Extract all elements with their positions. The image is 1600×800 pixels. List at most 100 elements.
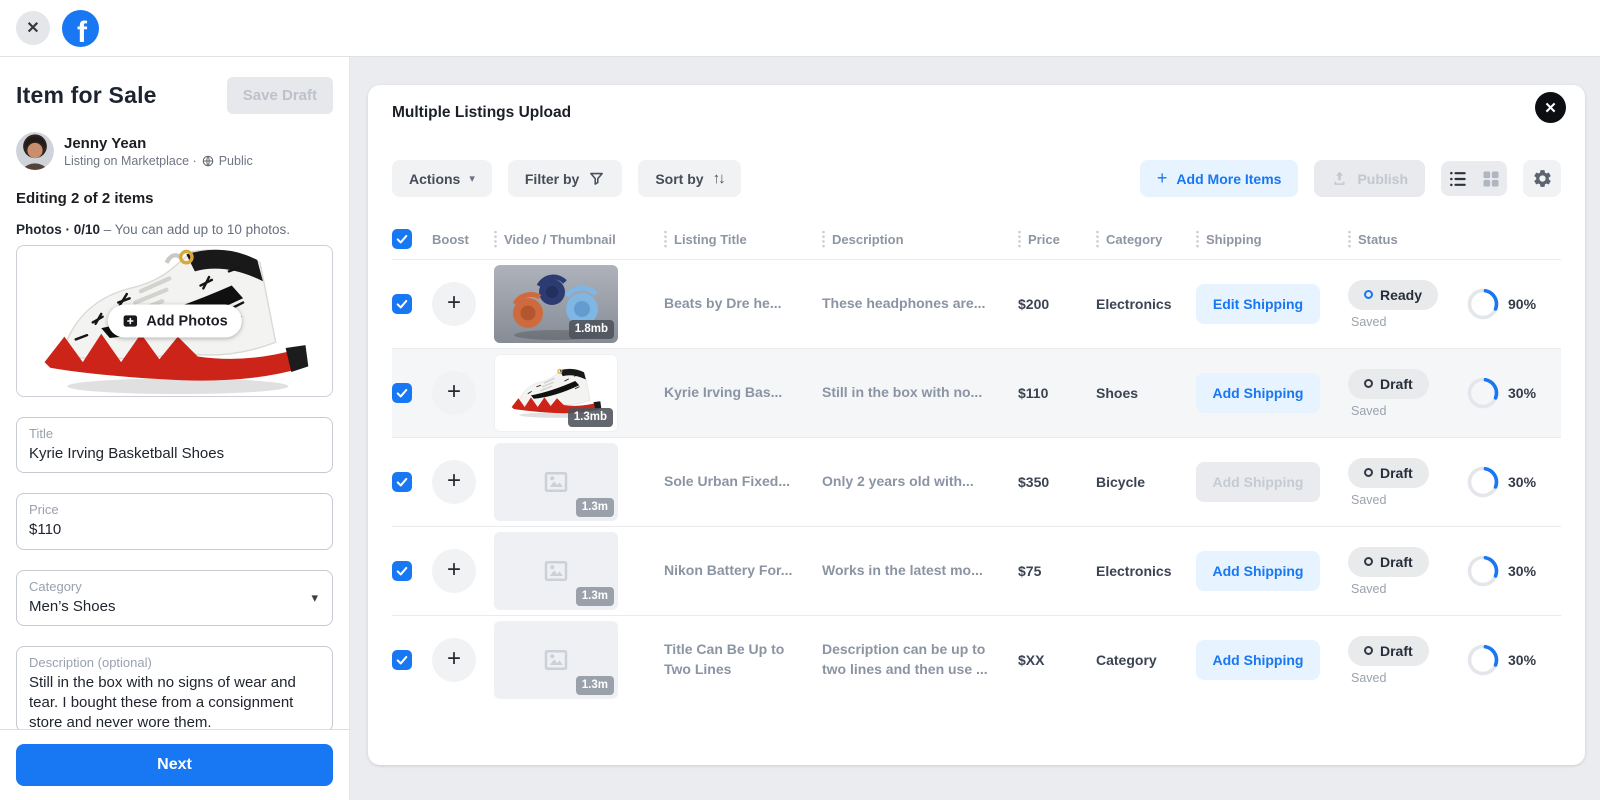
listing-category: Electronics: [1096, 563, 1172, 579]
status-badge: Draft: [1348, 635, 1429, 666]
globe-icon: [202, 155, 213, 166]
listing-description: Description can be up to two lines and t…: [822, 641, 988, 677]
add-shipping-button[interactable]: Add Shipping: [1196, 551, 1320, 591]
status-cell: Draft Saved: [1348, 635, 1466, 685]
modal-close-icon[interactable]: ✕: [1535, 92, 1566, 123]
boost-add-button[interactable]: +: [432, 460, 476, 504]
add-shipping-button[interactable]: Add Shipping: [1196, 373, 1320, 413]
status-cell: Ready Saved: [1348, 279, 1466, 329]
publish-button[interactable]: Publish: [1314, 160, 1425, 197]
status-cell: Draft Saved: [1348, 457, 1466, 507]
row-thumbnail[interactable]: 1.3mb: [494, 354, 618, 432]
plus-icon: +: [1156, 168, 1168, 188]
listing-price: $75: [1018, 563, 1042, 579]
privacy-label: Public: [218, 153, 253, 168]
boost-add-button[interactable]: +: [432, 638, 476, 682]
drag-handle-icon: [822, 230, 825, 248]
profile-subtitle: Listing on Marketplace · Public: [64, 154, 253, 168]
table-row: + 1.3mb Kyrie Irving Bas... Still in the…: [392, 348, 1561, 437]
content: Item for Sale Save Draft Jenny Yean List…: [0, 57, 1600, 800]
grid-view-icon[interactable]: [1474, 161, 1507, 196]
save-draft-button[interactable]: Save Draft: [226, 77, 333, 114]
select-all-checkbox[interactable]: [392, 229, 412, 249]
row-thumbnail[interactable]: 1.3m: [494, 621, 618, 699]
listing-price: $110: [1018, 385, 1049, 401]
listing-description: Only 2 years old with...: [822, 473, 974, 490]
listing-title: Nikon Battery For...: [664, 562, 793, 579]
close-icon[interactable]: ✕: [16, 11, 50, 45]
column-header-description[interactable]: Description: [822, 230, 1018, 248]
price-field[interactable]: Price $110: [16, 493, 333, 550]
main-area: ✕ Multiple Listings Upload Actions ▾ Fil…: [350, 57, 1600, 800]
add-photos-label: Add Photos: [146, 313, 228, 329]
row-thumbnail[interactable]: 1.3m: [494, 532, 618, 610]
progress-ring-icon: [1467, 377, 1499, 409]
title-field[interactable]: Title Kyrie Irving Basketball Shoes: [16, 417, 333, 474]
row-checkbox[interactable]: [392, 561, 412, 581]
column-header-category[interactable]: Category: [1096, 230, 1196, 248]
boost-add-button[interactable]: +: [432, 371, 476, 415]
status-cell: Draft Saved: [1348, 546, 1466, 596]
column-header-status[interactable]: Status: [1348, 230, 1466, 248]
row-thumbnail[interactable]: 1.3m: [494, 443, 618, 521]
filter-button[interactable]: Filter by: [507, 160, 623, 197]
photos-counter: Photos · 0/10 – You can add up to 10 pho…: [16, 222, 333, 237]
progress-percent: 30%: [1508, 474, 1537, 490]
category-select[interactable]: Category Men’s Shoes ▾: [16, 569, 333, 626]
sort-arrows-icon: ↑↓: [712, 170, 726, 187]
avatar: [16, 132, 54, 170]
listings-table: Boost Video / Thumbnail Listing Title De…: [392, 219, 1561, 704]
editing-status: Editing 2 of 2 items: [16, 190, 154, 207]
upload-progress: 90%: [1466, 287, 1561, 321]
add-more-items-button[interactable]: + Add More Items: [1139, 160, 1299, 197]
publish-label: Publish: [1357, 170, 1408, 187]
saved-label: Saved: [1351, 670, 1387, 685]
listing-description: Still in the box with no...: [822, 384, 983, 401]
row-checkbox[interactable]: [392, 294, 412, 314]
image-placeholder-icon: [544, 472, 568, 492]
facebook-logo-icon[interactable]: f: [62, 9, 99, 47]
actions-button[interactable]: Actions ▾: [392, 160, 492, 197]
chevron-down-icon: ▾: [311, 589, 318, 605]
boost-add-button[interactable]: +: [432, 549, 476, 593]
settings-gear-icon[interactable]: [1523, 160, 1561, 197]
saved-label: Saved: [1351, 581, 1387, 596]
listing-category: Category: [1096, 652, 1157, 668]
column-header-thumbnail[interactable]: Video / Thumbnail: [494, 230, 664, 248]
category-field-label: Category: [29, 578, 82, 594]
drag-handle-icon: [494, 230, 497, 248]
boost-add-button[interactable]: +: [432, 282, 476, 326]
add-photos-button[interactable]: Add Photos: [107, 304, 242, 338]
sort-button[interactable]: Sort by ↑↓: [638, 160, 741, 197]
row-checkbox[interactable]: [392, 650, 412, 670]
row-checkbox[interactable]: [392, 383, 412, 403]
column-header-boost[interactable]: Boost: [432, 232, 494, 247]
view-toggle: [1441, 161, 1507, 196]
row-checkbox[interactable]: [392, 472, 412, 492]
saved-label: Saved: [1351, 492, 1387, 507]
list-view-icon[interactable]: [1441, 161, 1474, 196]
photo-upload-area[interactable]: Add Photos: [16, 245, 333, 397]
description-field[interactable]: Description (optional) Still in the box …: [16, 645, 333, 732]
row-thumbnail[interactable]: 1.8mb: [494, 265, 618, 343]
add-photo-icon: [123, 315, 137, 327]
table-header: Boost Video / Thumbnail Listing Title De…: [392, 219, 1561, 259]
column-header-title[interactable]: Listing Title: [664, 230, 822, 248]
listing-price: $XX: [1018, 652, 1045, 668]
progress-ring-icon: [1467, 555, 1499, 587]
image-placeholder-icon: [544, 650, 568, 670]
upload-progress: 30%: [1466, 643, 1561, 677]
saved-label: Saved: [1351, 314, 1387, 329]
progress-percent: 30%: [1508, 652, 1537, 668]
multiple-listings-modal: ✕ Multiple Listings Upload Actions ▾ Fil…: [368, 85, 1585, 765]
add-shipping-button-disabled[interactable]: Add Shipping: [1196, 462, 1320, 502]
edit-shipping-button[interactable]: Edit Shipping: [1196, 284, 1320, 324]
panel-footer: Next: [0, 729, 349, 800]
add-shipping-button[interactable]: Add Shipping: [1196, 640, 1320, 680]
modal-title: Multiple Listings Upload: [392, 104, 572, 121]
next-button[interactable]: Next: [16, 744, 333, 786]
listing-editor-body: Item for Sale Save Draft Jenny Yean List…: [0, 57, 349, 800]
column-header-price[interactable]: Price: [1018, 230, 1096, 248]
actions-label: Actions: [409, 170, 461, 187]
column-header-shipping[interactable]: Shipping: [1196, 230, 1348, 248]
